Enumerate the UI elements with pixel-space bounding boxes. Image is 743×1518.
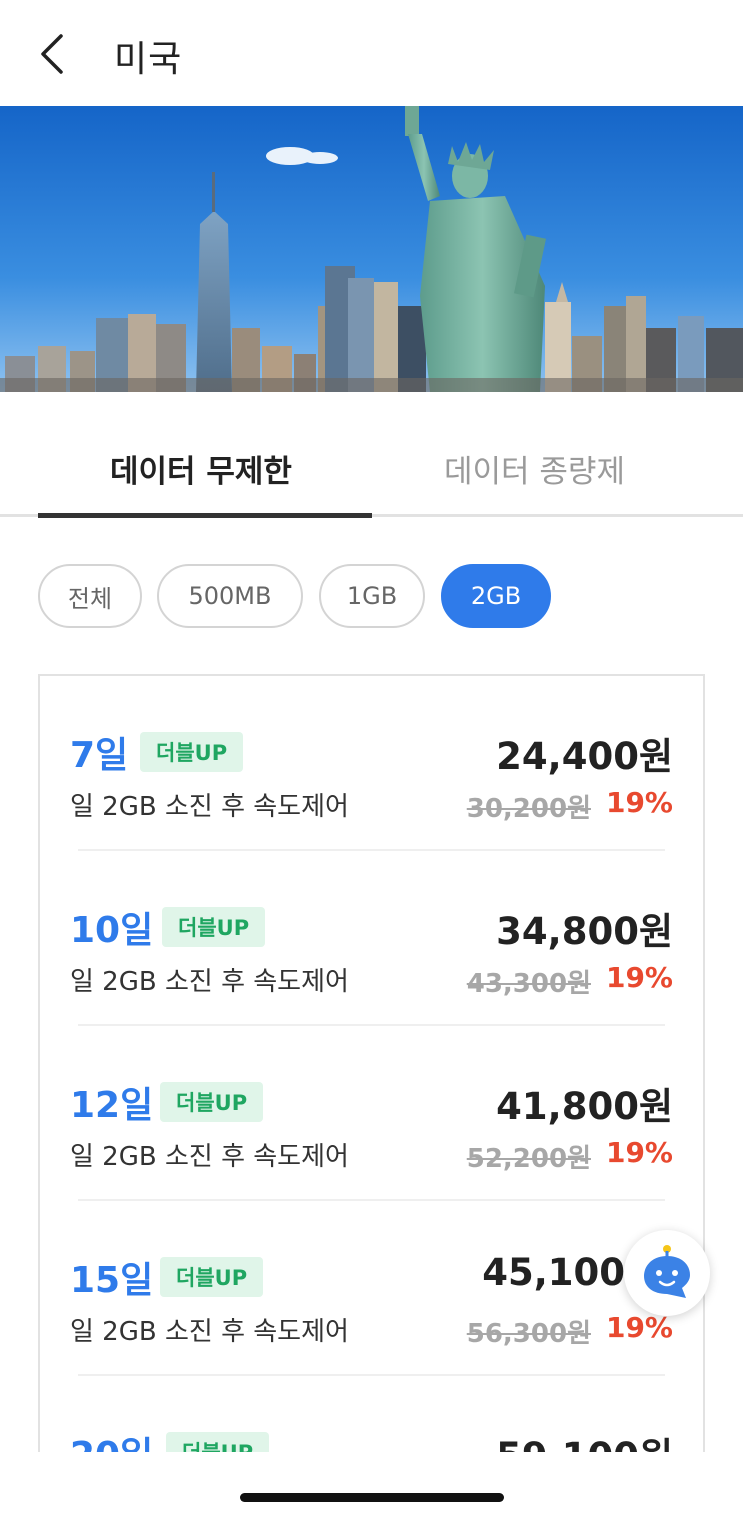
product-row[interactable]: 15일 더블UP 일 2GB 소진 후 속도제어 45,100 56,300원 … [40,1201,703,1376]
filter-chip-1gb[interactable]: 1GB [319,564,425,628]
original-price: 52,200원 [466,1144,591,1174]
product-price: 41,800원 [496,1085,673,1128]
filter-chip-2gb[interactable]: 2GB [441,564,551,628]
product-description: 일 2GB 소진 후 속도제어 [70,1317,349,1347]
double-up-badge: 더블UP [160,1257,264,1297]
double-up-badge: 더블UP [160,1082,264,1122]
discount-percent: 19% [605,961,673,994]
product-days: 7일 [70,735,129,776]
bottom-safe-area [0,1452,743,1518]
double-up-badge: 더블UP [162,907,266,947]
tab-metered-data[interactable]: 데이터 종량제 [444,446,625,491]
app-header: 미국 [0,0,743,106]
home-indicator[interactable] [240,1493,504,1502]
chatbot-button[interactable] [624,1230,710,1316]
discount-percent: 19% [605,1136,673,1169]
filter-chip-all[interactable]: 전체 [38,564,142,628]
hero-banner-image [0,106,743,392]
double-up-badge: 더블UP [140,732,244,772]
product-list: 7일 더블UP 일 2GB 소진 후 속도제어 24,400원 30,200원 … [38,674,705,1474]
product-days: 10일 [70,910,154,951]
product-price: 34,800원 [496,910,673,953]
back-button[interactable] [28,28,76,80]
product-row[interactable]: 7일 더블UP 일 2GB 소진 후 속도제어 24,400원 30,200원 … [40,676,703,851]
original-price: 56,300원 [466,1319,591,1349]
product-days: 12일 [70,1085,154,1126]
product-price: 45,100 [482,1251,625,1294]
discount-percent: 19% [605,786,673,819]
original-price: 30,200원 [466,794,591,824]
active-tab-indicator [38,513,372,518]
product-description: 일 2GB 소진 후 속도제어 [70,792,349,822]
original-price: 43,300원 [466,969,591,999]
chevron-left-icon [41,34,63,74]
filter-chip-500mb[interactable]: 500MB [157,564,303,628]
product-price: 24,400원 [496,735,673,778]
product-description: 일 2GB 소진 후 속도제어 [70,967,349,997]
product-row[interactable]: 10일 더블UP 일 2GB 소진 후 속도제어 34,800원 43,300원… [40,851,703,1026]
plan-type-tabs: 데이터 무제한 데이터 종량제 [0,418,743,518]
chatbot-icon [644,1245,690,1298]
discount-percent: 19% [605,1311,673,1344]
product-days: 15일 [70,1260,154,1301]
product-description: 일 2GB 소진 후 속도제어 [70,1142,349,1172]
tab-unlimited-data[interactable]: 데이터 무제한 [110,446,292,491]
product-row[interactable]: 12일 더블UP 일 2GB 소진 후 속도제어 41,800원 52,200원… [40,1026,703,1201]
page-title: 미국 [114,39,183,80]
